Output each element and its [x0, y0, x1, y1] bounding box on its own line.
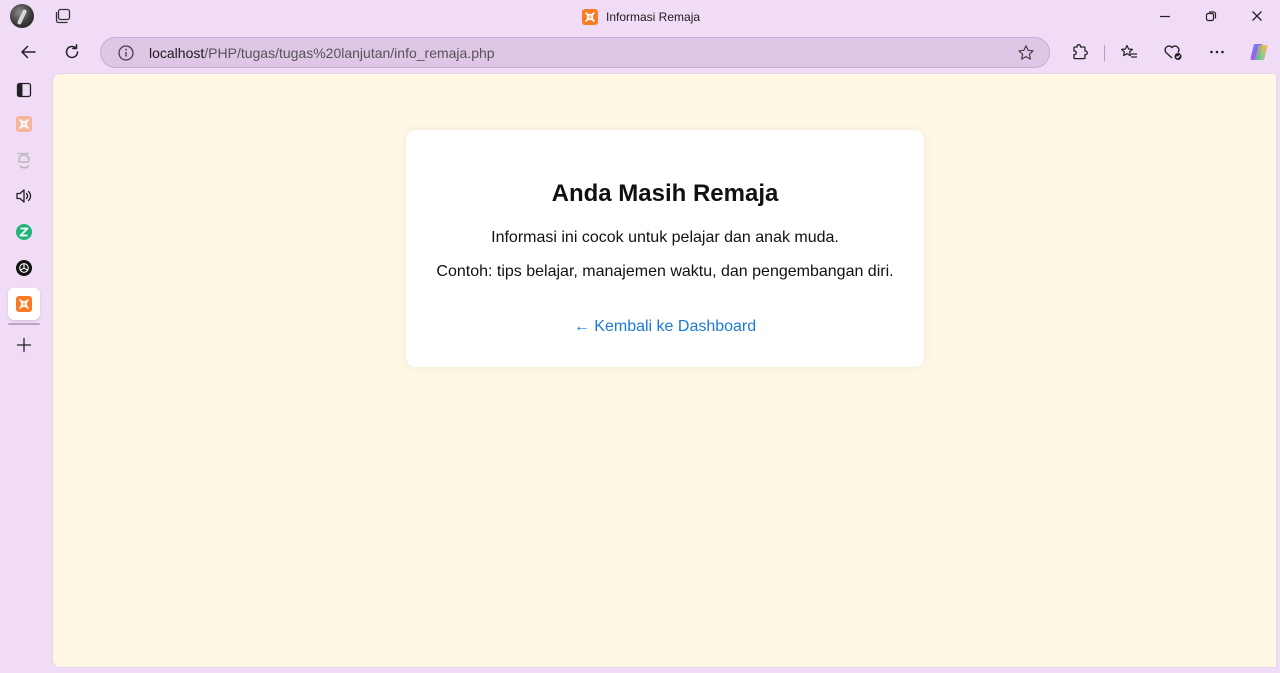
url-path: /PHP/tugas/tugas%20lanjutan/info_remaja.…	[204, 45, 495, 61]
sidebar-item-active-tab[interactable]	[8, 288, 40, 320]
profile-avatar[interactable]	[10, 4, 34, 28]
copilot-icon[interactable]	[1243, 36, 1275, 68]
close-button[interactable]	[1234, 0, 1280, 32]
tab-actions-icon[interactable]	[53, 8, 71, 24]
info-paragraph: Informasi ini cocok untuk pelajar dan an…	[491, 229, 839, 246]
url-host: localhost	[149, 45, 205, 61]
back-to-dashboard-link[interactable]: ← Kembali ke Dashboard	[406, 318, 924, 336]
browser-essentials-button[interactable]	[1157, 36, 1189, 68]
window-title-area: Informasi Remaja	[582, 8, 700, 26]
title-bar: Informasi Remaja	[0, 0, 1280, 32]
page-heading: Anda Masih Remaja	[551, 180, 779, 207]
restore-button[interactable]	[1188, 0, 1234, 32]
toolbar-divider	[1104, 45, 1105, 61]
xampp-icon	[16, 296, 32, 312]
window-title: Informasi Remaja	[606, 10, 701, 24]
speaker-icon[interactable]	[8, 180, 40, 212]
url-text[interactable]: localhost/PHP/tugas/tugas%20lanjutan/inf…	[149, 45, 495, 61]
favorite-star-icon[interactable]	[1017, 44, 1035, 62]
openai-icon[interactable]	[8, 252, 40, 284]
extensions-button[interactable]	[1064, 36, 1096, 68]
more-options-button[interactable]	[1201, 36, 1233, 68]
xampp-icon	[16, 116, 32, 132]
address-bar[interactable]: localhost/PHP/tugas/tugas%20lanjutan/inf…	[100, 37, 1050, 68]
browser-sidebar	[0, 72, 48, 673]
back-button[interactable]	[12, 36, 44, 68]
xampp-icon	[582, 9, 598, 25]
sidebar-item-xampp-tab[interactable]	[8, 108, 40, 140]
sidebar-divider	[8, 323, 40, 325]
minimize-button[interactable]	[1142, 0, 1188, 32]
info-card: Anda Masih Remaja Informasi ini cocok un…	[406, 130, 924, 367]
browser-toolbar: localhost/PHP/tugas/tugas%20lanjutan/inf…	[0, 34, 1280, 72]
edge-e-icon[interactable]	[8, 144, 40, 176]
new-tab-button[interactable]	[8, 329, 40, 361]
page-viewport: Anda Masih Remaja Informasi ini cocok un…	[52, 73, 1277, 668]
example-paragraph: Contoh: tips belajar, manajemen waktu, d…	[436, 263, 894, 280]
refresh-button[interactable]	[56, 36, 88, 68]
z-app-icon[interactable]	[8, 216, 40, 248]
site-info-icon[interactable]	[117, 44, 135, 62]
favorites-button[interactable]	[1113, 36, 1145, 68]
sidebar-panel-icon[interactable]	[8, 74, 40, 106]
